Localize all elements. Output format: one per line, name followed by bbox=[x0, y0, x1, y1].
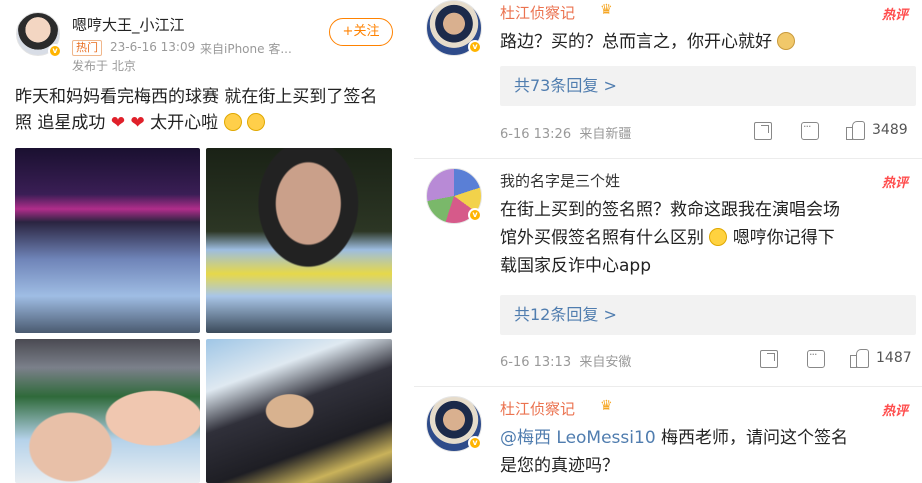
commenter-name[interactable]: 杜江侦察记 bbox=[500, 398, 575, 419]
like-icon[interactable] bbox=[846, 120, 865, 140]
comment-text-body: 路边？买的？总而言之，你开心就好 bbox=[500, 32, 772, 52]
comments-panel: v 杜江侦察记 ♛ 热评 路边？买的？总而言之，你开心就好 共73条回复 > 6… bbox=[414, 0, 922, 483]
post-source: 来自iPhone 客... bbox=[200, 42, 292, 56]
follow-button[interactable]: +关注 bbox=[329, 18, 393, 46]
comment-icon[interactable] bbox=[801, 120, 819, 140]
comment-icon[interactable] bbox=[807, 348, 825, 368]
comment-text-line2: 馆外买假签名照有什么区别 嗯哼你记得下 bbox=[500, 224, 912, 252]
post-time: 23-6-16 13:09 bbox=[110, 40, 196, 54]
verified-badge-icon: v bbox=[48, 44, 62, 58]
replies-link[interactable]: 共12条回复 > bbox=[500, 295, 916, 335]
share-icon[interactable] bbox=[754, 122, 772, 140]
comment-text-part: 嗯哼你记得下 bbox=[732, 228, 835, 248]
post-photo-1[interactable] bbox=[15, 148, 200, 333]
heart-icon: ❤ bbox=[130, 113, 145, 133]
crying-emoji-icon bbox=[709, 228, 728, 246]
post-text: 昨天和妈妈看完梅西的球赛 就在街上买到了签名 照 追星成功 ❤ ❤ 太开心啦 bbox=[15, 84, 395, 136]
post-text-line2: 照 追星成功 ❤ ❤ 太开心啦 bbox=[15, 110, 395, 136]
like-icon[interactable] bbox=[850, 348, 869, 368]
comment-text-line1: @梅西 LeoMessi10 梅西老师，请问这个签名 bbox=[500, 424, 912, 452]
comment-meta: 6-16 13:26 来自新疆 bbox=[500, 123, 631, 142]
heart-icon: ❤ bbox=[110, 113, 126, 133]
post-text-line2-a: 照 追星成功 bbox=[15, 113, 106, 133]
panel-divider bbox=[402, 0, 414, 483]
commenter-name[interactable]: 我的名字是三个姓 bbox=[500, 170, 620, 191]
crown-icon: ♛ bbox=[600, 398, 613, 414]
doge-emoji-icon bbox=[777, 32, 796, 50]
post-photo-3[interactable] bbox=[15, 339, 200, 483]
comment-text-line2: 是您的真迹吗？ bbox=[500, 456, 619, 476]
like-count: 3489 bbox=[872, 122, 908, 138]
commenter-name[interactable]: 杜江侦察记 bbox=[500, 2, 575, 23]
comment-text-line1: 在街上买到的签名照？救命这跟我在演唱会场 bbox=[500, 200, 840, 220]
post-location: 发布于 北京 bbox=[72, 59, 136, 73]
post-photo-2[interactable] bbox=[206, 148, 392, 333]
hot-comment-badge: 热评 bbox=[881, 176, 908, 191]
post-text-line1: 昨天和妈妈看完梅西的球赛 就在街上买到了签名 bbox=[15, 87, 378, 107]
post-text-line2-b: 太开心啦 bbox=[150, 113, 219, 133]
comment-date: 6-16 13:26 bbox=[500, 127, 572, 142]
mention-link[interactable]: @梅西 LeoMessi10 bbox=[500, 428, 656, 448]
hot-comment-badge: 热评 bbox=[881, 404, 908, 419]
comment-text-line3: 载国家反诈中心app bbox=[500, 256, 651, 276]
replies-link[interactable]: 共73条回复 > bbox=[500, 66, 916, 106]
like-count: 1487 bbox=[876, 350, 912, 366]
hot-tag-badge: 热门 bbox=[72, 40, 102, 56]
comment-divider bbox=[414, 386, 922, 387]
crown-icon: ♛ bbox=[600, 2, 613, 18]
comment-text: 路边？买的？总而言之，你开心就好 bbox=[500, 28, 912, 56]
hot-comment-badge: 热评 bbox=[881, 8, 908, 23]
share-icon[interactable] bbox=[760, 350, 778, 368]
shocked-emoji-icon bbox=[246, 113, 265, 131]
comment-text-part: 梅西老师，请问这个签名 bbox=[655, 428, 849, 448]
comment-date: 6-16 13:13 bbox=[500, 355, 572, 370]
comment-divider bbox=[414, 158, 922, 159]
comment-text: 在街上买到的签名照？救命这跟我在演唱会场 馆外买假签名照有什么区别 嗯哼你记得下… bbox=[500, 196, 912, 280]
shocked-emoji-icon bbox=[223, 113, 242, 131]
verified-badge-icon: v bbox=[468, 436, 482, 450]
comment-source: 来自安徽 bbox=[579, 355, 632, 370]
weibo-post: v 嗯哼大王_小江江 热门 23-6-16 13:09 来自iPhone 客..… bbox=[0, 0, 402, 483]
verified-badge-icon: v bbox=[468, 208, 482, 222]
verified-badge-icon: v bbox=[468, 40, 482, 54]
comment-text: @梅西 LeoMessi10 梅西老师，请问这个签名 是您的真迹吗？ bbox=[500, 424, 912, 480]
author-name[interactable]: 嗯哼大王_小江江 bbox=[72, 14, 185, 35]
comment-text-part: 馆外买假签名照有什么区别 bbox=[500, 228, 704, 248]
comment-meta: 6-16 13:13 来自安徽 bbox=[500, 351, 631, 370]
comment-source: 来自新疆 bbox=[579, 127, 632, 142]
post-photo-4[interactable] bbox=[206, 339, 392, 483]
